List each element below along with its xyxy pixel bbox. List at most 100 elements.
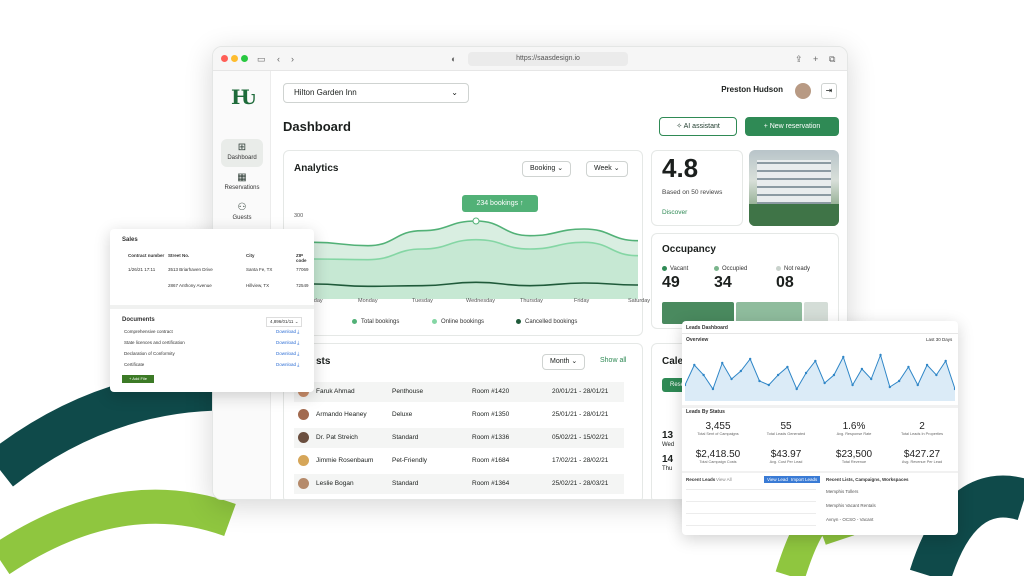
stat-label: Total Leads In Properties bbox=[900, 432, 943, 436]
overview-point bbox=[851, 383, 854, 387]
stat-tile: $23,500 Total Revenue bbox=[820, 449, 888, 464]
stat-value: 3,455 bbox=[705, 421, 731, 432]
show-all-link[interactable]: Show all bbox=[600, 357, 626, 364]
list-item[interactable]: Avnyn - OCSO - Vacant bbox=[826, 517, 873, 522]
download-link[interactable]: Download ⤓ bbox=[276, 329, 299, 334]
guest-row[interactable]: Dr. Pat Streich Standard Room #1336 05/02/2… bbox=[294, 428, 624, 448]
overview-point bbox=[730, 377, 733, 381]
documents-title: Documents bbox=[122, 317, 155, 323]
avatar bbox=[298, 455, 309, 466]
maximize-dot[interactable] bbox=[241, 55, 248, 62]
download-link[interactable]: Download ⤓ bbox=[276, 340, 299, 345]
forward-icon[interactable]: › bbox=[291, 53, 294, 65]
calendar-icon: ▦ bbox=[237, 172, 247, 183]
period-dropdown-value: Week bbox=[594, 165, 612, 172]
url-bar[interactable]: https://saasdesign.io bbox=[468, 52, 628, 66]
calendar-weekday: Wed bbox=[662, 442, 675, 448]
logo: Ƕ bbox=[231, 85, 256, 109]
overview-point bbox=[702, 373, 705, 377]
guest-row[interactable]: Leslie Bogan Standard Room #1364 25/02/21 -… bbox=[294, 474, 624, 494]
import-leads-button[interactable]: Import Leads bbox=[788, 476, 821, 483]
overview-point bbox=[795, 387, 798, 391]
room-number: Room #1350 bbox=[472, 411, 510, 418]
lead-row[interactable] bbox=[686, 525, 816, 526]
chart-tooltip: 234 bookings ↑ bbox=[462, 195, 538, 212]
room-number: Room #1364 bbox=[472, 480, 510, 487]
stat-label: Total Revenue bbox=[841, 460, 867, 464]
stat-label: Avg. Cost Per Lead bbox=[769, 460, 803, 464]
stat-label: Avg. Response Rate bbox=[836, 432, 872, 436]
x-tick-label: Friday bbox=[574, 298, 590, 304]
highlight-point[interactable] bbox=[472, 217, 480, 225]
sales-divider bbox=[110, 305, 314, 309]
sidebar-toggle-icon[interactable]: ▭ bbox=[257, 53, 266, 65]
guests-card: sts Month ⌄ Show all Faruk Ahmad Penthous… bbox=[283, 343, 643, 499]
new-reservation-button[interactable]: + New reservation bbox=[745, 117, 839, 136]
guest-name: Faruk Ahmad bbox=[316, 388, 355, 395]
list-item[interactable]: Memphis Tollers bbox=[826, 489, 858, 494]
status-title: Leads By Status bbox=[686, 409, 725, 415]
leads-divider bbox=[682, 333, 958, 334]
list-item[interactable]: Memphis Vacant Rentals bbox=[826, 503, 876, 508]
overview-label: Overview bbox=[686, 337, 709, 343]
stat-tile: 3,455 Total Sent of Campaigns bbox=[684, 421, 752, 436]
add-file-button[interactable]: + Add File bbox=[122, 375, 154, 383]
overview-point bbox=[767, 383, 770, 387]
sidebar-item-guests[interactable]: ⚇ Guests bbox=[221, 199, 263, 227]
overview-point bbox=[860, 367, 864, 371]
occupancy-card: Occupancy Vacant Occupied Not ready 49 3… bbox=[651, 233, 839, 329]
room-type: Pet-Friendly bbox=[392, 457, 428, 464]
lead-row[interactable] bbox=[686, 501, 816, 502]
ai-assistant-button[interactable]: ✧ AI assistant bbox=[659, 117, 737, 136]
guest-row[interactable]: Faruk Ahmad Penthouse Room #1420 20/01/21 -… bbox=[294, 382, 624, 402]
rating-note: Based on 50 reviews bbox=[662, 189, 723, 196]
ai-assistant-label: AI assistant bbox=[683, 123, 720, 130]
download-link[interactable]: Download ⤓ bbox=[276, 351, 299, 356]
period-dropdown[interactable]: Week ⌄ bbox=[586, 161, 628, 177]
vacant-label-text: Vacant bbox=[670, 266, 689, 273]
x-tick-label: Saturday bbox=[628, 298, 651, 304]
stat-label: Total Sent of Campaigns bbox=[697, 432, 739, 436]
sales-header: Street No. bbox=[168, 253, 190, 258]
lead-row[interactable] bbox=[686, 513, 816, 514]
logout-button[interactable]: ⇥ bbox=[821, 83, 837, 99]
not-ready-value: 08 bbox=[776, 274, 794, 291]
share-icon[interactable]: ⇪ bbox=[795, 53, 803, 65]
sales-title: Sales bbox=[122, 237, 138, 243]
tabs-icon[interactable]: ⧉ bbox=[829, 53, 835, 65]
stat-value: $43.97 bbox=[770, 449, 802, 460]
sidebar-item-label: Guests bbox=[232, 215, 252, 221]
room-number: Room #1420 bbox=[472, 388, 510, 395]
hotel-select[interactable]: Hilton Garden Inn ⌄ bbox=[283, 83, 469, 103]
guests-period-dropdown[interactable]: Month ⌄ bbox=[542, 354, 586, 370]
guest-row[interactable]: Armando Heaney Deluxe Room #1350 25/01/21 -… bbox=[294, 405, 624, 425]
guest-row[interactable]: Jimmie Rosenbaum Pet-Friendly Room #1684 17… bbox=[294, 451, 624, 471]
new-tab-icon[interactable]: + bbox=[813, 53, 818, 65]
leads-overview-chart bbox=[685, 353, 955, 401]
minimize-dot[interactable] bbox=[231, 55, 238, 62]
x-tick-label: Thursday bbox=[520, 298, 543, 304]
back-icon[interactable]: ‹ bbox=[277, 53, 280, 65]
sidebar-item-reservations[interactable]: ▦ Reservations bbox=[221, 169, 263, 197]
metric-dropdown[interactable]: Booking ⌄ bbox=[522, 161, 572, 177]
stat-value: $427.27 bbox=[903, 449, 941, 460]
document-name: Declaration of Conformity bbox=[124, 351, 175, 356]
lead-row[interactable] bbox=[686, 489, 816, 490]
leads-title: Leads Dashboard bbox=[686, 325, 728, 331]
discover-link[interactable]: Discover bbox=[662, 209, 687, 216]
close-dot[interactable] bbox=[221, 55, 228, 62]
sparkle-icon: ✧ bbox=[676, 123, 684, 130]
avatar[interactable] bbox=[795, 83, 811, 99]
view-all-link[interactable]: View All bbox=[716, 477, 732, 482]
overview-point bbox=[842, 355, 845, 359]
range-selector[interactable]: Last 30 Days bbox=[926, 337, 952, 342]
sales-header: Contract number bbox=[128, 253, 165, 258]
leads-divider bbox=[682, 405, 958, 408]
download-link[interactable]: Download ⤓ bbox=[276, 362, 299, 367]
sidebar-item-label: Reservations bbox=[224, 185, 260, 191]
sidebar-item-dashboard[interactable]: ⊞ Dashboard bbox=[221, 139, 263, 167]
sales-cell: 3513 Briarhaven Drive bbox=[168, 267, 213, 272]
occupied-swatch bbox=[714, 266, 719, 271]
sales-cell: 2867 Anthony Avenue bbox=[168, 283, 212, 288]
documents-dropdown[interactable]: 4,896/01/11 ⌄ bbox=[266, 317, 303, 327]
